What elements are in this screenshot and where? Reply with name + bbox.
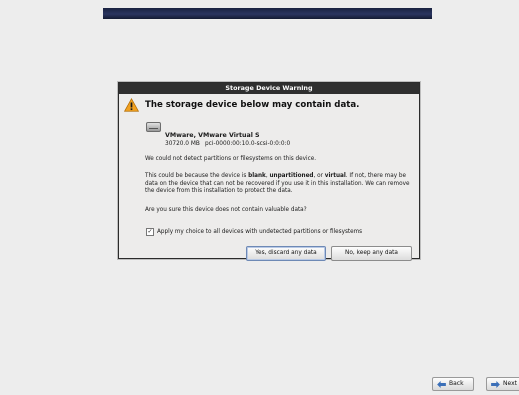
storage-warning-dialog: Storage Device Warning The storage devic… bbox=[118, 82, 420, 261]
device-path: pci-0000:00:10.0-scsi-0:0:0:0 bbox=[205, 141, 291, 147]
reason-text: This could be because the device is blan… bbox=[145, 173, 410, 195]
device-name: VMware, VMware Virtual S bbox=[165, 132, 260, 139]
arrow-left-icon bbox=[437, 380, 446, 388]
apply-to-all-row[interactable]: ✓ Apply my choice to all devices with un… bbox=[146, 228, 362, 236]
apply-to-all-checkbox[interactable]: ✓ bbox=[146, 228, 154, 236]
next-label: Next bbox=[503, 380, 517, 387]
device-size: 30720.0 MB bbox=[165, 141, 200, 147]
dialog-title: Storage Device Warning bbox=[119, 83, 419, 94]
back-button[interactable]: Back bbox=[432, 377, 474, 391]
header-banner bbox=[103, 8, 432, 19]
no-partitions-text: We could not detect partitions or filesy… bbox=[145, 156, 317, 162]
hard-disk-icon bbox=[146, 122, 161, 132]
next-button[interactable]: Next bbox=[486, 377, 519, 391]
dialog-body: The storage device below may contain dat… bbox=[119, 94, 419, 261]
warning-icon bbox=[124, 98, 139, 112]
keep-data-button[interactable]: No, keep any data bbox=[331, 246, 412, 261]
warning-heading: The storage device below may contain dat… bbox=[145, 100, 360, 110]
apply-to-all-label[interactable]: Apply my choice to all devices with unde… bbox=[157, 229, 362, 235]
back-label: Back bbox=[449, 380, 464, 387]
discard-data-button[interactable]: Yes, discard any data bbox=[246, 246, 326, 261]
confirmation-question: Are you sure this device does not contai… bbox=[145, 207, 307, 213]
arrow-right-icon bbox=[491, 380, 500, 388]
